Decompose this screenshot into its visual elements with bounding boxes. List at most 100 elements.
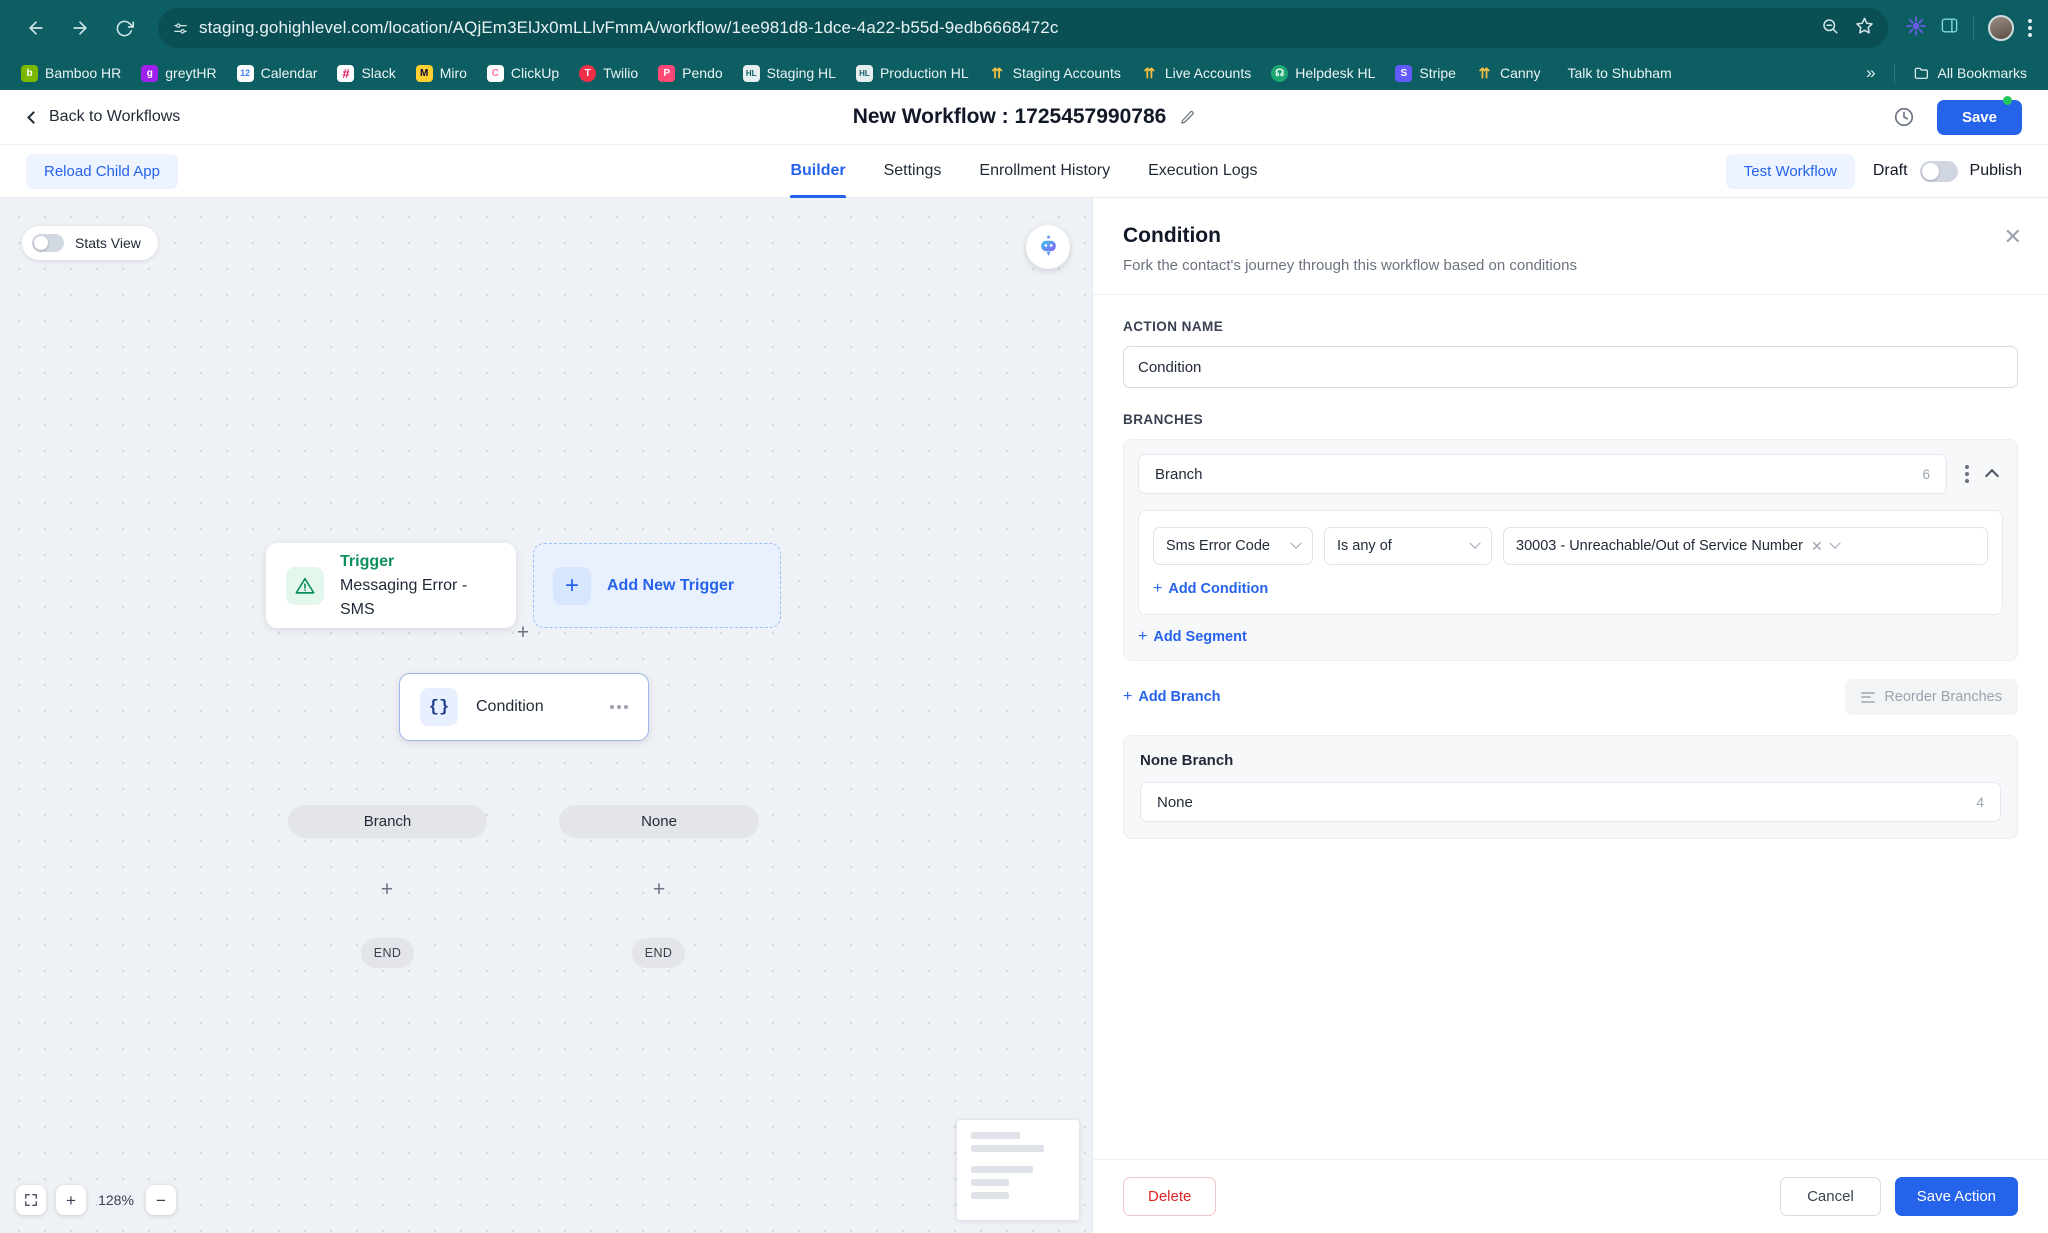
delete-button[interactable]: Delete bbox=[1123, 1177, 1217, 1216]
toolbar-actions: Test Workflow Draft Publish bbox=[1725, 153, 2022, 189]
reload-icon[interactable] bbox=[104, 8, 144, 48]
minimap[interactable] bbox=[956, 1119, 1080, 1221]
panel-footer: Delete Cancel Save Action bbox=[1093, 1159, 2048, 1233]
branch-name-field[interactable]: Branch 6 bbox=[1138, 454, 1947, 494]
condition-operator-value: Is any of bbox=[1337, 538, 1392, 554]
bookmark-favicon: HL bbox=[742, 64, 760, 82]
ai-assistant-bot-icon[interactable] bbox=[1026, 225, 1070, 269]
bookmark-item[interactable]: ⇈ Staging Accounts bbox=[980, 61, 1130, 86]
add-new-trigger-node[interactable]: + Add New Trigger bbox=[533, 543, 781, 628]
add-segment-button[interactable]: + Add Segment bbox=[1138, 628, 1247, 646]
history-clock-icon[interactable] bbox=[1893, 106, 1915, 128]
workflow-canvas[interactable]: Stats View Trigger Messaging Error - SMS bbox=[0, 198, 1092, 1233]
bookmark-item[interactable]: b Bamboo HR bbox=[12, 61, 130, 86]
bookmark-item[interactable]: 12 Calendar bbox=[228, 61, 327, 86]
site-settings-icon[interactable] bbox=[172, 20, 189, 37]
zoom-out-page-icon[interactable] bbox=[1821, 17, 1839, 40]
bookmark-label: ClickUp bbox=[510, 65, 560, 81]
chevron-left-icon bbox=[27, 110, 40, 124]
bookmark-item[interactable]: T Twilio bbox=[570, 61, 647, 86]
bookmark-item[interactable]: ⇈ Canny bbox=[1467, 61, 1549, 86]
bookmark-item[interactable]: # Slack bbox=[328, 61, 404, 86]
bookmark-favicon: 12 bbox=[236, 64, 254, 82]
tab-settings[interactable]: Settings bbox=[884, 145, 942, 198]
condition-value-select[interactable]: 30003 - Unreachable/Out of Service Numbe… bbox=[1503, 527, 1988, 565]
condition-operator-select[interactable]: Is any of bbox=[1324, 527, 1492, 565]
edit-pencil-icon[interactable] bbox=[1180, 110, 1195, 125]
minimap-block bbox=[971, 1132, 1020, 1139]
forward-arrow-icon[interactable] bbox=[60, 8, 100, 48]
bookmark-item[interactable]: HL Staging HL bbox=[734, 61, 845, 86]
back-arrow-icon[interactable] bbox=[16, 8, 56, 48]
bookmark-item[interactable]: HL Production HL bbox=[847, 61, 978, 86]
branch-pill[interactable]: None bbox=[559, 805, 759, 838]
avatar[interactable] bbox=[1988, 15, 2014, 41]
minimap-block bbox=[971, 1179, 1009, 1186]
segment-box: Sms Error Code Is any of 30003 - Unreach… bbox=[1138, 510, 2003, 615]
browser-menu-icon[interactable] bbox=[2028, 19, 2032, 37]
close-icon[interactable]: ✕ bbox=[2004, 226, 2022, 248]
add-step-plus-icon[interactable]: + bbox=[651, 879, 667, 900]
header-actions: Save bbox=[1893, 95, 2022, 135]
bookmark-item[interactable]: M Miro bbox=[407, 61, 476, 86]
remove-value-icon[interactable]: ✕ bbox=[1811, 538, 1823, 555]
condition-node[interactable]: {} Condition bbox=[399, 673, 649, 741]
save-button[interactable]: Save bbox=[1936, 99, 2022, 135]
cancel-button[interactable]: Cancel bbox=[1780, 1177, 1881, 1216]
action-name-input[interactable] bbox=[1123, 346, 2018, 388]
bookmark-label: Live Accounts bbox=[1164, 65, 1252, 81]
condition-value-chip: 30003 - Unreachable/Out of Service Numbe… bbox=[1516, 538, 1823, 555]
browser-sidepanel-icon[interactable] bbox=[1940, 16, 1959, 40]
plus-icon: + bbox=[1138, 628, 1148, 645]
stats-view-switch[interactable] bbox=[32, 234, 64, 252]
bookmark-label: Miro bbox=[439, 65, 467, 81]
fit-view-icon[interactable] bbox=[16, 1185, 46, 1215]
tab-builder[interactable]: Builder bbox=[790, 145, 846, 198]
bookmark-star-icon[interactable] bbox=[1855, 16, 1874, 40]
bookmark-item[interactable]: S Stripe bbox=[1386, 61, 1465, 86]
address-bar[interactable]: staging.gohighlevel.com/location/AQjEm3E… bbox=[158, 8, 1888, 48]
bookmark-item[interactable]: P Pendo bbox=[649, 61, 731, 86]
chevron-down-icon bbox=[1469, 537, 1481, 549]
zoom-controls: + 128% − bbox=[16, 1185, 176, 1215]
zoom-in-button[interactable]: + bbox=[56, 1185, 86, 1215]
bookmark-label: Calendar bbox=[260, 65, 318, 81]
test-workflow-button[interactable]: Test Workflow bbox=[1725, 153, 1855, 189]
add-step-plus-icon[interactable]: + bbox=[515, 622, 531, 643]
bookmark-overflow-icon[interactable]: » bbox=[1858, 61, 1883, 85]
condition-side-panel: Condition Fork the contact's journey thr… bbox=[1092, 198, 2048, 1233]
bookmark-item[interactable]: ☊ Helpdesk HL bbox=[1262, 61, 1384, 86]
tab-enrollment-history[interactable]: Enrollment History bbox=[979, 145, 1110, 198]
condition-node-label: Condition bbox=[476, 698, 544, 715]
bookmark-favicon: b bbox=[21, 64, 38, 82]
add-step-plus-icon[interactable]: + bbox=[379, 879, 395, 900]
none-branch-field[interactable]: None 4 bbox=[1140, 782, 2001, 822]
bookmark-item[interactable]: ⇈ Live Accounts bbox=[1132, 61, 1260, 86]
chevron-up-icon[interactable] bbox=[1984, 468, 2000, 484]
publish-toggle[interactable] bbox=[1919, 160, 1958, 182]
trigger-node[interactable]: Trigger Messaging Error - SMS bbox=[266, 543, 516, 628]
add-branch-button[interactable]: + Add Branch bbox=[1123, 689, 1221, 706]
bookmark-item[interactable]: Talk to Shubham bbox=[1551, 61, 1680, 85]
extension-puzzle-icon[interactable] bbox=[1906, 15, 1926, 41]
branch-pill[interactable]: Branch bbox=[288, 805, 487, 838]
minimap-block bbox=[971, 1192, 1009, 1199]
panel-title: Condition bbox=[1123, 224, 1221, 247]
tab-execution-logs[interactable]: Execution Logs bbox=[1148, 145, 1257, 198]
bookmark-item[interactable]: C ClickUp bbox=[478, 61, 568, 86]
condition-field-select[interactable]: Sms Error Code bbox=[1153, 527, 1313, 565]
zoom-out-button[interactable]: − bbox=[146, 1185, 176, 1215]
branch-count: 6 bbox=[1922, 466, 1930, 482]
condition-value-text: 30003 - Unreachable/Out of Service Numbe… bbox=[1516, 538, 1803, 554]
add-condition-button[interactable]: + Add Condition bbox=[1153, 581, 1268, 598]
condition-node-menu-icon[interactable] bbox=[610, 705, 628, 709]
branch-menu-icon[interactable] bbox=[1957, 465, 1977, 483]
save-action-button[interactable]: Save Action bbox=[1894, 1177, 2018, 1216]
back-to-workflows-button[interactable]: Back to Workflows bbox=[26, 108, 180, 126]
all-bookmarks-button[interactable]: All Bookmarks bbox=[1905, 61, 2036, 86]
reorder-branches-button[interactable]: Reorder Branches bbox=[1845, 679, 2018, 715]
plus-icon: + bbox=[553, 566, 591, 605]
stats-view-toggle[interactable]: Stats View bbox=[22, 226, 158, 260]
bookmark-item[interactable]: g greytHR bbox=[132, 61, 225, 86]
bookmark-favicon: T bbox=[579, 64, 597, 82]
